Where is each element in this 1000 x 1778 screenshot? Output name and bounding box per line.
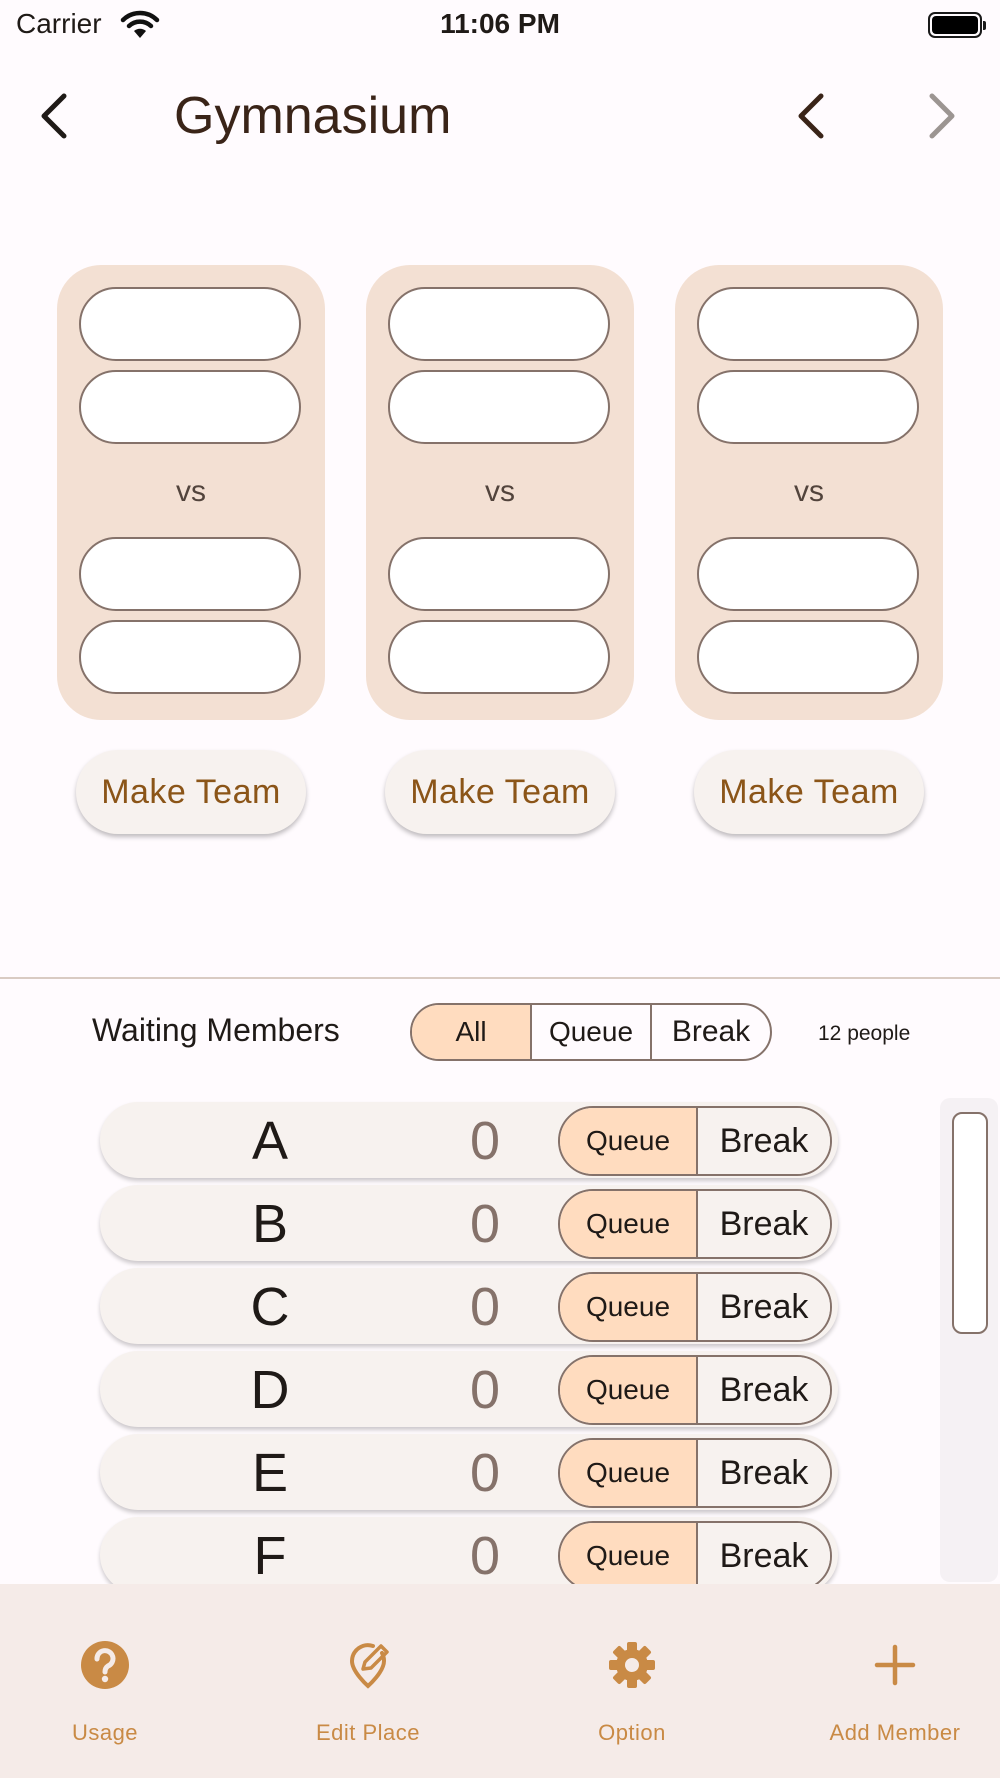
member-name: E [251,1443,289,1503]
nav-edit-place[interactable]: Edit Place [243,1584,493,1778]
list-item: B 0 Queue Break [100,1185,838,1261]
filter-break[interactable]: Break [652,1005,770,1059]
break-button[interactable]: Break [698,1523,830,1584]
member-filter[interactable]: All Queue Break [410,1003,772,1061]
filter-queue[interactable]: Queue [532,1005,652,1059]
list-item: D 0 Queue Break [100,1351,838,1427]
list-item: F 0 Queue Break [100,1517,838,1584]
member-name: C [250,1277,290,1337]
nav-option[interactable]: Option [507,1584,757,1778]
status-toggle[interactable]: Queue Break [558,1189,832,1259]
queue-button[interactable]: Queue [560,1523,698,1584]
status-toggle[interactable]: Queue Break [558,1521,832,1584]
court-card-1: vs [57,265,325,720]
vs-label: vs [485,475,515,508]
status-toggle[interactable]: Queue Break [558,1272,832,1342]
status-toggle[interactable]: Queue Break [558,1106,832,1176]
play-count: 0 [469,1360,501,1420]
nav-label: Edit Place [315,1720,421,1745]
nav-label: Add Member [829,1720,961,1745]
make-team-button[interactable]: Make Team [694,750,924,834]
court-card-3: vs [675,265,943,720]
gear-icon [609,1642,655,1688]
make-team-button[interactable]: Make Team [76,750,306,834]
play-count: 0 [469,1526,501,1584]
play-count: 0 [469,1443,501,1503]
team-slot[interactable] [697,537,919,611]
break-button[interactable]: Break [698,1357,830,1423]
team-slot[interactable] [697,620,919,694]
team-slot[interactable] [388,537,610,611]
member-name: D [250,1360,290,1420]
team-slot[interactable] [79,370,301,444]
break-button[interactable]: Break [698,1440,830,1506]
edit-location-icon [349,1643,389,1689]
play-count: 0 [469,1277,501,1337]
make-team-button[interactable]: Make Team [385,750,615,834]
break-button[interactable]: Break [698,1108,830,1174]
status-toggle[interactable]: Queue Break [558,1355,832,1425]
team-slot[interactable] [388,620,610,694]
help-circle-icon [81,1641,129,1689]
queue-button[interactable]: Queue [560,1191,698,1257]
team-slot[interactable] [79,537,301,611]
chevron-right-icon [929,93,955,139]
plus-icon [874,1644,916,1686]
vs-label: vs [794,475,824,508]
page-title: Gymnasium [174,87,452,145]
divider [0,977,1000,979]
nav-label: Option [598,1720,666,1745]
nav-label: Usage [71,1720,139,1745]
member-list[interactable]: A 0 Queue Break B 0 Queue Break C 0 Queu… [0,1092,1000,1584]
filter-all[interactable]: All [412,1005,532,1059]
play-count: 0 [469,1194,501,1254]
list-item: C 0 Queue Break [100,1268,838,1344]
back-arrow-icon [41,93,67,139]
chevron-left-icon [798,93,824,139]
break-button[interactable]: Break [698,1191,830,1257]
team-slot[interactable] [697,287,919,361]
queue-button[interactable]: Queue [560,1108,698,1174]
team-slot[interactable] [388,370,610,444]
team-slot[interactable] [79,287,301,361]
list-item: A 0 Queue Break [100,1102,838,1178]
nav-usage[interactable]: Usage [0,1584,230,1778]
nav-add-member[interactable]: Add Member [770,1584,1000,1778]
member-count: 12 people [818,1022,911,1045]
team-slot[interactable] [388,287,610,361]
team-slot[interactable] [79,620,301,694]
member-name: F [253,1526,287,1584]
queue-button[interactable]: Queue [560,1440,698,1506]
court-card-2: vs [366,265,634,720]
scrollbar-thumb[interactable] [952,1112,988,1334]
status-toggle[interactable]: Queue Break [558,1438,832,1508]
battery-icon [928,12,986,38]
next-button[interactable] [910,84,974,148]
waiting-members-label: Waiting Members [92,1012,340,1048]
vs-label: vs [176,475,206,508]
status-bar: Carrier 11:06 PM [0,0,1000,52]
bottom-navigation: Usage Edit Place Option Add Member [0,1584,1000,1778]
queue-button[interactable]: Queue [560,1357,698,1423]
team-slot[interactable] [697,370,919,444]
status-time: 11:06 PM [440,8,560,39]
previous-button[interactable] [779,84,843,148]
member-name: B [251,1194,289,1254]
play-count: 0 [469,1111,501,1171]
break-button[interactable]: Break [698,1274,830,1340]
queue-button[interactable]: Queue [560,1274,698,1340]
back-button[interactable] [22,84,86,148]
member-name: A [251,1111,289,1171]
list-item: E 0 Queue Break [100,1434,838,1510]
